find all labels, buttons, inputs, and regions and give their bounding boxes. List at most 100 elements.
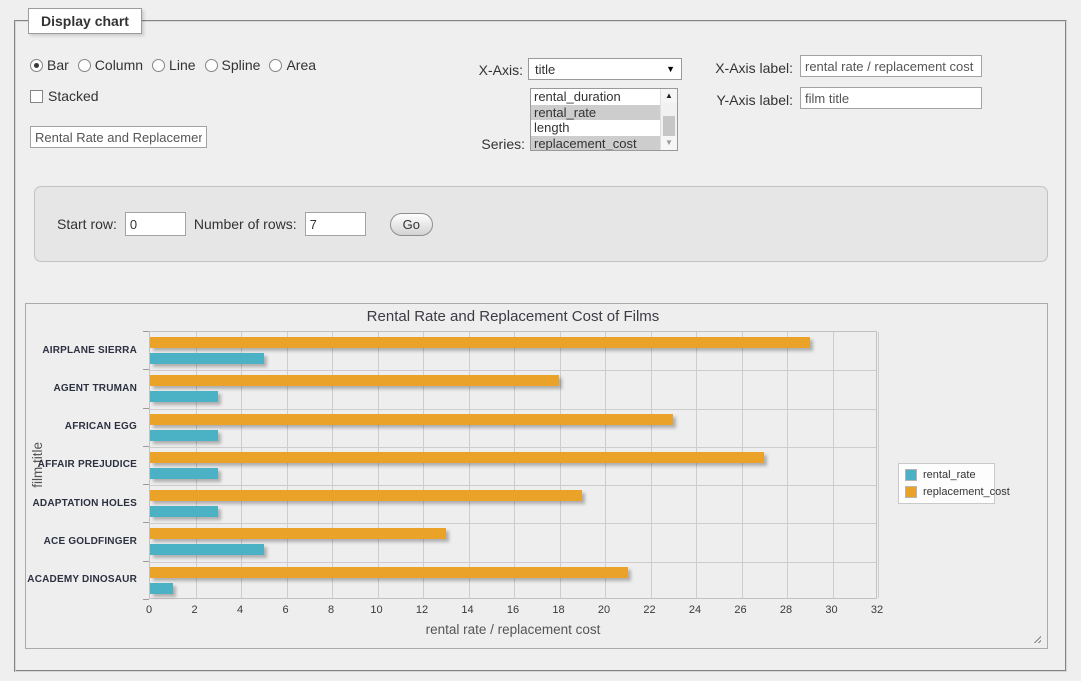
series-option-rental_rate[interactable]: rental_rate bbox=[531, 105, 660, 121]
gridline bbox=[196, 332, 197, 598]
y-tick bbox=[143, 446, 149, 447]
start-row-label: Start row: bbox=[57, 216, 117, 232]
bar-rental_rate bbox=[150, 353, 264, 364]
series-option-replacement_cost[interactable]: replacement_cost bbox=[531, 136, 660, 152]
x-tick-label: 32 bbox=[871, 604, 883, 616]
x-tick-label: 28 bbox=[780, 604, 792, 616]
bar-rental_rate bbox=[150, 430, 218, 441]
series-scrollbar[interactable]: ▲ ▼ bbox=[660, 89, 677, 150]
x-axis-title: rental rate / replacement cost bbox=[149, 622, 877, 637]
x-axis-label-field-label: X-Axis label: bbox=[711, 60, 793, 76]
x-tick-labels: 02468101214161820222426283032 bbox=[149, 604, 877, 618]
y-tick bbox=[143, 408, 149, 409]
x-tick-label: 30 bbox=[825, 604, 837, 616]
radio-spline-icon[interactable] bbox=[205, 59, 218, 72]
x-tick-label: 2 bbox=[191, 604, 197, 616]
radio-column-icon[interactable] bbox=[78, 59, 91, 72]
x-tick-label: 4 bbox=[237, 604, 243, 616]
rows-panel: Start row: Number of rows: Go bbox=[34, 186, 1048, 262]
y-category-labels: AIRPLANE SIERRAAGENT TRUMANAFRICAN EGGAF… bbox=[26, 331, 143, 599]
category-label: AIRPLANE SIERRA bbox=[26, 331, 137, 369]
x-tick-label: 24 bbox=[689, 604, 701, 616]
gridline bbox=[469, 332, 470, 598]
x-tick-label: 22 bbox=[643, 604, 655, 616]
stacked-checkbox-row[interactable]: Stacked bbox=[30, 88, 99, 104]
series-label: Series: bbox=[443, 136, 525, 152]
gridline bbox=[696, 332, 697, 598]
category-label: AFRICAN EGG bbox=[26, 408, 137, 446]
gridline bbox=[287, 332, 288, 598]
scroll-up-icon[interactable]: ▲ bbox=[661, 89, 677, 103]
category-label: AFFAIR PREJUDICE bbox=[26, 446, 137, 484]
bar-rental_rate bbox=[150, 544, 264, 555]
num-rows-input[interactable] bbox=[305, 212, 366, 236]
bar-replacement_cost bbox=[150, 528, 446, 539]
gridline bbox=[150, 409, 876, 410]
bar-replacement_cost bbox=[150, 567, 628, 578]
y-tick bbox=[143, 561, 149, 562]
gridline bbox=[787, 332, 788, 598]
series-listbox[interactable]: rental_durationrental_ratelengthreplacem… bbox=[530, 88, 678, 151]
x-tick-label: 20 bbox=[598, 604, 610, 616]
gridline bbox=[378, 332, 379, 598]
bar-rental_rate bbox=[150, 468, 218, 479]
chart-type-bar[interactable]: Bar bbox=[30, 57, 69, 73]
x-tick-label: 0 bbox=[146, 604, 152, 616]
chart-type-label: Spline bbox=[222, 57, 261, 73]
x-axis-select[interactable]: title ▼ bbox=[528, 58, 682, 80]
series-option-rental_duration[interactable]: rental_duration bbox=[531, 89, 660, 105]
stacked-label: Stacked bbox=[48, 88, 99, 104]
chart-type-group: Bar Column Line Spline Area bbox=[30, 57, 316, 73]
legend-item-replacement_cost: replacement_cost bbox=[905, 486, 988, 498]
category-label: AGENT TRUMAN bbox=[26, 369, 137, 407]
chart-type-column[interactable]: Column bbox=[78, 57, 143, 73]
x-tick-label: 12 bbox=[416, 604, 428, 616]
bar-replacement_cost bbox=[150, 375, 559, 386]
bar-replacement_cost bbox=[150, 490, 582, 501]
go-button[interactable]: Go bbox=[390, 213, 433, 236]
chart-type-spline[interactable]: Spline bbox=[205, 57, 261, 73]
start-row-input[interactable] bbox=[125, 212, 186, 236]
x-tick-label: 8 bbox=[328, 604, 334, 616]
bar-rental_rate bbox=[150, 506, 218, 517]
legend-label: replacement_cost bbox=[923, 486, 1010, 498]
bar-replacement_cost bbox=[150, 452, 764, 463]
legend-swatch-icon bbox=[905, 469, 917, 481]
y-tick bbox=[143, 484, 149, 485]
radio-area-icon[interactable] bbox=[269, 59, 282, 72]
chart-title-input[interactable] bbox=[30, 126, 207, 148]
series-option-length[interactable]: length bbox=[531, 120, 660, 136]
stacked-checkbox[interactable] bbox=[30, 90, 43, 103]
legend-label: rental_rate bbox=[923, 469, 976, 481]
bar-rental_rate bbox=[150, 391, 218, 402]
chevron-down-icon: ▼ bbox=[666, 64, 675, 74]
chart-panel: Rental Rate and Replacement Cost of Film… bbox=[25, 303, 1048, 649]
gridline bbox=[878, 332, 879, 598]
chart-type-label: Line bbox=[169, 57, 195, 73]
x-axis-label-input[interactable] bbox=[800, 55, 982, 77]
gridline bbox=[560, 332, 561, 598]
radio-line-icon[interactable] bbox=[152, 59, 165, 72]
y-tick bbox=[143, 369, 149, 370]
x-tick-label: 6 bbox=[282, 604, 288, 616]
y-tick bbox=[143, 599, 149, 600]
resize-handle-icon[interactable] bbox=[1031, 633, 1041, 643]
chart-type-line[interactable]: Line bbox=[152, 57, 195, 73]
x-tick-label: 26 bbox=[734, 604, 746, 616]
scroll-down-icon[interactable]: ▼ bbox=[661, 136, 677, 150]
gridline bbox=[833, 332, 834, 598]
chart-type-area[interactable]: Area bbox=[269, 57, 316, 73]
legend-swatch-icon bbox=[905, 486, 917, 498]
scrollbar-thumb[interactable] bbox=[663, 116, 675, 138]
num-rows-label: Number of rows: bbox=[194, 216, 297, 232]
plot-area bbox=[149, 331, 877, 599]
chart-legend: rental_rate replacement_cost bbox=[898, 463, 995, 504]
gridline bbox=[150, 447, 876, 448]
x-tick-label: 16 bbox=[507, 604, 519, 616]
radio-bar-icon[interactable] bbox=[30, 59, 43, 72]
gridline bbox=[514, 332, 515, 598]
gridline bbox=[423, 332, 424, 598]
gridline bbox=[150, 485, 876, 486]
y-axis-label-input[interactable] bbox=[800, 87, 982, 109]
groupbox-legend: Display chart bbox=[28, 8, 142, 34]
